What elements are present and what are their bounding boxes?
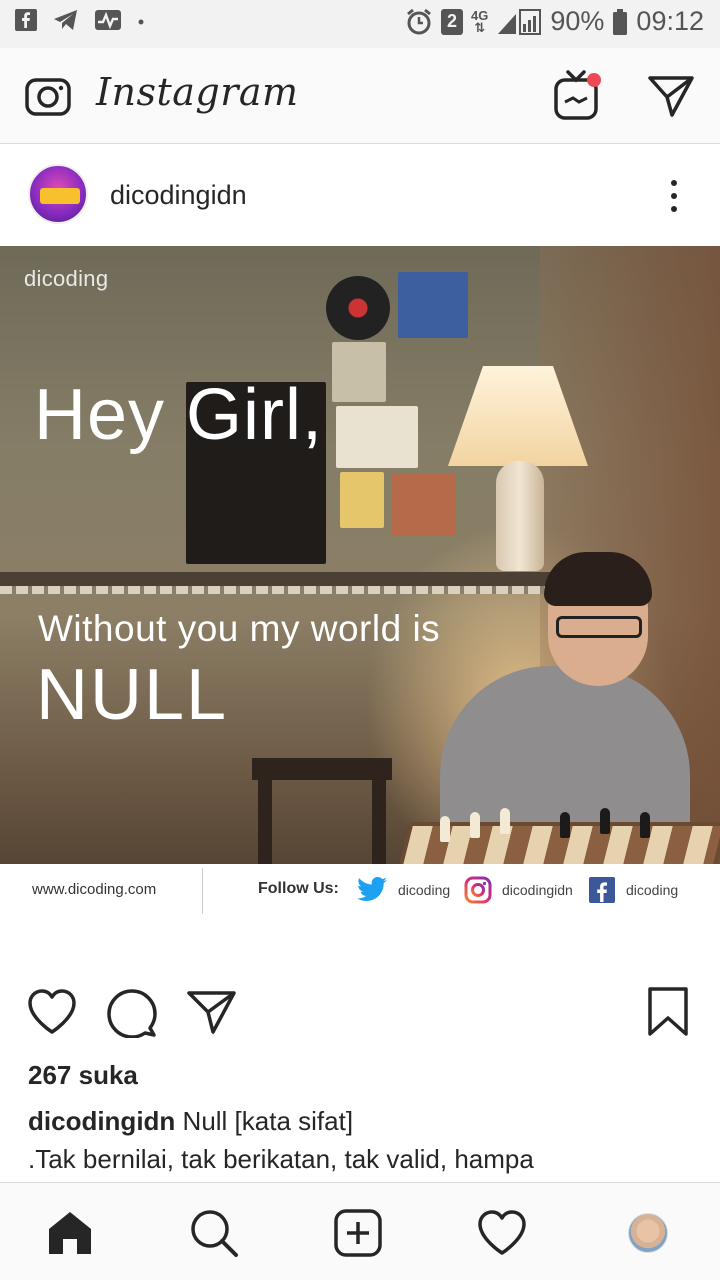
like-icon[interactable] <box>26 988 78 1041</box>
battery-icon <box>612 8 628 36</box>
image-footer-facebook: dicoding <box>588 876 678 904</box>
home-icon[interactable] <box>44 1207 96 1259</box>
post-image[interactable]: dicoding Hey Girl, Without you my world … <box>0 246 720 916</box>
app-header: Instagram <box>0 48 720 144</box>
post-caption: dicodingidn Null [kata sifat] .Tak berni… <box>28 1102 698 1178</box>
image-lamp-base <box>496 461 544 571</box>
twitter-icon <box>357 877 387 901</box>
bookmark-icon[interactable] <box>644 986 692 1043</box>
image-footer: www.dicoding.com Follow Us: dicoding dic… <box>0 864 720 916</box>
image-stool <box>252 758 392 780</box>
telegram-icon <box>52 8 80 32</box>
facebook-icon <box>14 8 38 32</box>
igtv-icon[interactable] <box>550 68 604 124</box>
more-options-icon[interactable] <box>664 178 684 214</box>
image-poster <box>392 474 456 536</box>
caption-line-2: .Tak bernilai, tak berikatan, tak valid,… <box>28 1144 534 1174</box>
network-label: 4G <box>471 7 489 23</box>
bottom-navigation <box>0 1182 720 1280</box>
image-poster <box>340 472 384 528</box>
status-bar-right: 2 4G ⇅ 90% 09:12 <box>405 6 704 37</box>
post-header: dicodingidn <box>0 144 720 246</box>
caption-line-1: dicodingidn Null [kata sifat] <box>28 1102 698 1140</box>
image-brand: dicoding <box>24 266 109 291</box>
image-footer-instagram: dicodingidn <box>464 876 573 904</box>
image-chess-piece <box>470 812 480 838</box>
comment-icon[interactable] <box>106 988 158 1043</box>
facebook-handle: dicoding <box>626 882 679 898</box>
image-chess-piece <box>500 808 510 834</box>
image-footer-follow: Follow Us: <box>258 880 339 897</box>
twitter-handle: dicoding <box>398 882 451 898</box>
image-footer-twitter: dicoding <box>356 876 450 904</box>
signal-icon <box>496 8 542 36</box>
image-highlight: NULL <box>36 655 229 735</box>
image-footer-url: www.dicoding.com <box>32 881 157 898</box>
profile-avatar[interactable] <box>622 1207 674 1259</box>
image-glasses <box>556 616 642 638</box>
image-chess-piece <box>440 816 450 842</box>
share-icon[interactable] <box>186 988 238 1041</box>
clock: 09:12 <box>636 6 704 36</box>
image-shelf-edge <box>0 586 560 594</box>
image-poster <box>332 342 386 402</box>
camera-icon[interactable] <box>22 72 74 120</box>
image-poster <box>336 406 418 468</box>
dot-icon <box>136 8 146 32</box>
instagram-small-icon <box>464 876 492 904</box>
image-chess-piece <box>600 808 610 834</box>
post-username[interactable]: dicodingidn <box>110 180 247 211</box>
profile-avatar-image <box>628 1213 668 1253</box>
battery-percent: 90% <box>550 6 605 36</box>
image-title: Hey Girl, <box>34 375 324 455</box>
image-person-hair <box>544 552 652 606</box>
caption-username[interactable]: dicodingidn <box>28 1106 175 1136</box>
activity-heart-icon[interactable] <box>476 1207 528 1259</box>
image-shelf <box>0 572 560 586</box>
likes-count[interactable]: 267 suka <box>28 1060 138 1091</box>
status-bar-left <box>14 8 146 32</box>
avatar-graphic <box>40 188 80 204</box>
direct-message-icon[interactable] <box>644 70 698 122</box>
activity-icon <box>94 8 122 32</box>
sim-badge: 2 <box>441 8 464 35</box>
caption-text: Null [kata sifat] <box>182 1106 354 1136</box>
facebook-small-icon <box>589 877 615 903</box>
search-icon[interactable] <box>188 1207 240 1259</box>
image-poster <box>398 272 468 338</box>
instagram-logo: Instagram <box>96 70 299 114</box>
new-post-icon[interactable] <box>332 1207 384 1259</box>
post-avatar[interactable] <box>28 164 88 224</box>
image-footer-divider <box>202 868 203 914</box>
status-bar: 2 4G ⇅ 90% 09:12 <box>0 0 720 48</box>
notification-dot <box>587 73 601 87</box>
alarm-icon <box>405 8 433 36</box>
image-record <box>326 276 390 340</box>
network-type: 4G ⇅ <box>471 7 489 35</box>
image-chess-piece <box>640 812 650 838</box>
image-chess-piece <box>560 812 570 838</box>
post-actions: 267 suka dicodingidn Null [kata sifat] .… <box>0 916 720 1174</box>
instagram-handle: dicodingidn <box>502 882 573 898</box>
image-subtitle: Without you my world is <box>38 608 441 649</box>
